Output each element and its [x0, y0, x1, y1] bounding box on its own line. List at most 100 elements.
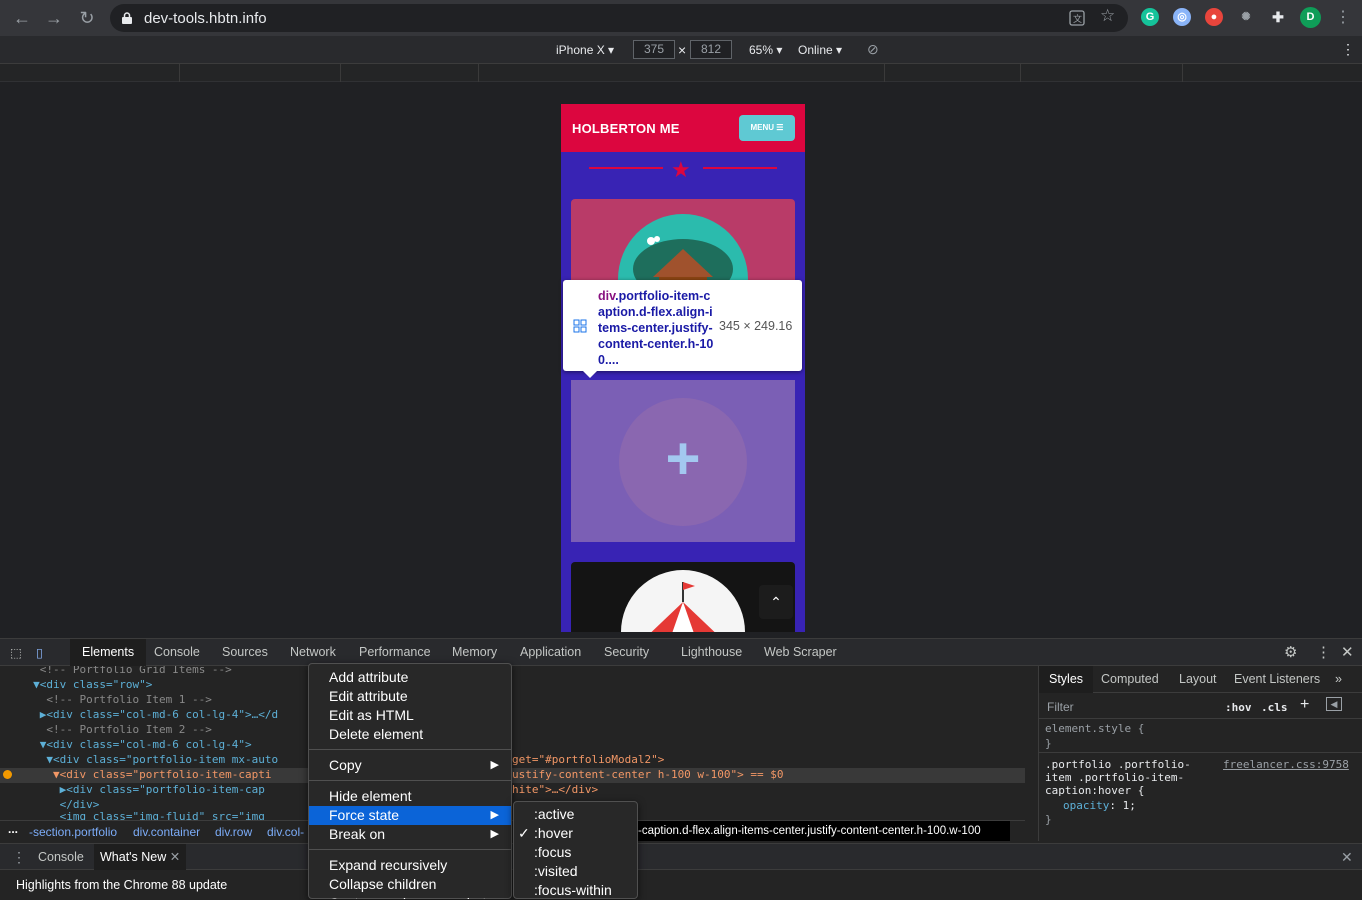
tab-event-listeners[interactable]: Event Listeners	[1234, 672, 1320, 686]
tab-performance[interactable]: Performance	[359, 645, 431, 659]
state-hover[interactable]: ✓:hover	[514, 824, 637, 843]
rule-close-brace: }	[1045, 737, 1052, 750]
device-toolbar-more-icon[interactable]: ⋮	[1341, 41, 1355, 58]
tab-lighthouse[interactable]: Lighthouse	[681, 645, 742, 659]
devtools-more-icon[interactable]: ⋮	[1316, 643, 1331, 661]
dom-line[interactable]: ▼<div class="portfolio-item mx-auto	[0, 753, 278, 768]
device-height-input[interactable]: 812	[690, 40, 732, 59]
element-style-rule[interactable]: element.style {	[1045, 722, 1144, 735]
menu-item-hide-element[interactable]: Hide element	[309, 787, 511, 806]
close-tab-icon[interactable]: ✕	[170, 850, 180, 864]
device-toolbar: iPhone X ▾ 375 × 812 65% ▾ Online ▾ ⊘ ⋮	[0, 36, 1362, 64]
menu-item-collapse-children[interactable]: Collapse children	[309, 875, 511, 894]
more-tabs-icon[interactable]: »	[1335, 672, 1342, 686]
scroll-top-button[interactable]: ⌃	[759, 585, 793, 619]
tab-network[interactable]: Network	[290, 645, 336, 659]
dom-line-tail: get="#portfolioModal2">	[512, 753, 665, 766]
site-brand[interactable]: HOLBERTON ME	[572, 121, 680, 136]
state-focus[interactable]: :focus	[514, 843, 637, 862]
menu-item-delete-element[interactable]: Delete element	[309, 725, 511, 744]
bug-extension-icon[interactable]: ✺	[1237, 8, 1255, 26]
menu-item-force-state[interactable]: Force state ▶	[309, 806, 511, 825]
grammarly-icon[interactable]: G	[1141, 8, 1159, 26]
tab-elements[interactable]: Elements	[70, 639, 147, 666]
dom-line-tail: hite">…</div>	[512, 783, 599, 796]
profile-avatar[interactable]: D	[1300, 7, 1321, 28]
lock-icon	[122, 12, 132, 24]
dom-line[interactable]: <!-- Portfolio Item 1 -->	[0, 693, 212, 708]
dom-line[interactable]: <!-- Portfolio Item 2 -->	[0, 723, 212, 738]
rotate-icon[interactable]: ⊘	[867, 41, 879, 58]
breadcrumb-item[interactable]: div.col-	[267, 825, 304, 839]
inspect-element-icon[interactable]: ⬚	[10, 645, 22, 660]
browser-toolbar: ← → ↻ dev-tools.hbtn.info 文 ☆ G ◎ ● ✺ ✚ …	[0, 0, 1362, 36]
tab-security[interactable]: Security	[604, 645, 649, 659]
tab-layout[interactable]: Layout	[1179, 672, 1217, 686]
zoom-select[interactable]: 65% ▾	[749, 43, 782, 57]
menu-button[interactable]: MENU ☰	[739, 115, 795, 141]
close-devtools-icon[interactable]: ✕	[1341, 643, 1354, 661]
breadcrumb-item[interactable]: div.row	[215, 825, 252, 839]
tab-styles[interactable]: Styles	[1039, 666, 1094, 693]
throttle-select[interactable]: Online ▾	[798, 43, 842, 57]
rule-selector[interactable]: caption:hover {	[1045, 784, 1144, 797]
tab-web-scraper[interactable]: Web Scraper	[764, 645, 837, 659]
dom-line-selected[interactable]: ▼<div class="portfolio-item-capti	[0, 768, 272, 783]
menu-item-edit-as-html[interactable]: Edit as HTML	[309, 706, 511, 725]
chrome-menu-icon[interactable]: ⋮	[1331, 6, 1355, 30]
rule-selector[interactable]: .portfolio .portfolio-	[1045, 758, 1191, 771]
device-width-input[interactable]: 375	[633, 40, 675, 59]
device-select[interactable]: iPhone X ▾	[556, 43, 614, 57]
breadcrumb-current[interactable]: -caption.d-flex.align-items-center.justi…	[636, 821, 1010, 841]
hov-toggle[interactable]: :hov	[1225, 701, 1252, 714]
menu-item-add-attribute[interactable]: Add attribute	[309, 668, 511, 687]
menu-item-copy[interactable]: Copy ▶	[309, 756, 511, 775]
menu-item-expand-recursively[interactable]: Expand recursively	[309, 856, 511, 875]
breadcrumb-item[interactable]: -section.portfolio	[29, 825, 117, 839]
state-focus-within[interactable]: :focus-within	[514, 881, 637, 900]
menu-item-break-on[interactable]: Break on ▶	[309, 825, 511, 844]
rule-selector[interactable]: item .portfolio-item-	[1045, 771, 1184, 784]
styles-filter-input[interactable]: Filter	[1047, 700, 1074, 714]
forward-icon[interactable]: →	[42, 6, 66, 30]
tab-application[interactable]: Application	[520, 645, 581, 659]
address-bar[interactable]: dev-tools.hbtn.info 文 ☆	[110, 4, 1128, 32]
extensions-puzzle-icon[interactable]: ✚	[1269, 8, 1287, 26]
dom-line[interactable]: ▶<div class="portfolio-item-cap	[0, 783, 265, 798]
menu-item-edit-attribute[interactable]: Edit attribute	[309, 687, 511, 706]
css-property[interactable]: opacity: 1;	[1063, 799, 1136, 812]
portfolio-item-hover[interactable]: +	[571, 380, 795, 542]
drawer-tab-console[interactable]: Console	[38, 850, 84, 864]
reload-icon[interactable]: ↻	[75, 6, 99, 30]
tab-computed[interactable]: Computed	[1101, 672, 1159, 686]
translate-icon[interactable]: 文	[1069, 10, 1085, 26]
dom-line[interactable]: ▼<div class="col-md-6 col-lg-4">	[0, 738, 252, 753]
rule-close-brace: }	[1045, 813, 1052, 826]
dom-line[interactable]: ▼<div class="row">	[0, 678, 152, 693]
drawer-tab-whats-new[interactable]: What's New ✕	[94, 844, 187, 870]
state-visited[interactable]: :visited	[514, 862, 637, 881]
dom-line[interactable]: ▶<div class="col-md-6 col-lg-4">…</d	[0, 708, 278, 723]
drawer-menu-icon[interactable]: ⋮	[12, 849, 26, 866]
breadcrumb-ellipsis[interactable]: ...	[8, 822, 18, 836]
submenu-arrow-icon: ▶	[490, 809, 499, 821]
tab-sources[interactable]: Sources	[222, 645, 268, 659]
extension-fire-icon[interactable]: ●	[1205, 8, 1223, 26]
bookmark-star-icon[interactable]: ☆	[1100, 6, 1115, 26]
extension-circle-icon[interactable]: ◎	[1173, 8, 1191, 26]
close-drawer-icon[interactable]: ✕	[1341, 849, 1353, 866]
sidebar-toggle-icon[interactable]: ◀	[1326, 697, 1342, 711]
device-toggle-icon[interactable]: ▯	[36, 645, 43, 660]
styles-tabbar: Styles Computed Layout Event Listeners »	[1039, 666, 1362, 693]
menu-item-capture-screenshot[interactable]: Capture node screenshot	[309, 894, 511, 899]
settings-gear-icon[interactable]: ⚙	[1284, 643, 1297, 661]
cls-toggle[interactable]: .cls	[1261, 701, 1288, 714]
back-icon[interactable]: ←	[10, 6, 34, 30]
new-rule-icon[interactable]: +	[1300, 696, 1309, 714]
tab-memory[interactable]: Memory	[452, 645, 497, 659]
tab-console[interactable]: Console	[154, 645, 200, 659]
breadcrumb-item[interactable]: div.container	[133, 825, 200, 839]
dom-line[interactable]: <!-- Portfolio Grid Items -->	[0, 666, 232, 678]
state-active[interactable]: :active	[514, 805, 637, 824]
rule-source-link[interactable]: freelancer.css:9758	[1223, 758, 1349, 771]
